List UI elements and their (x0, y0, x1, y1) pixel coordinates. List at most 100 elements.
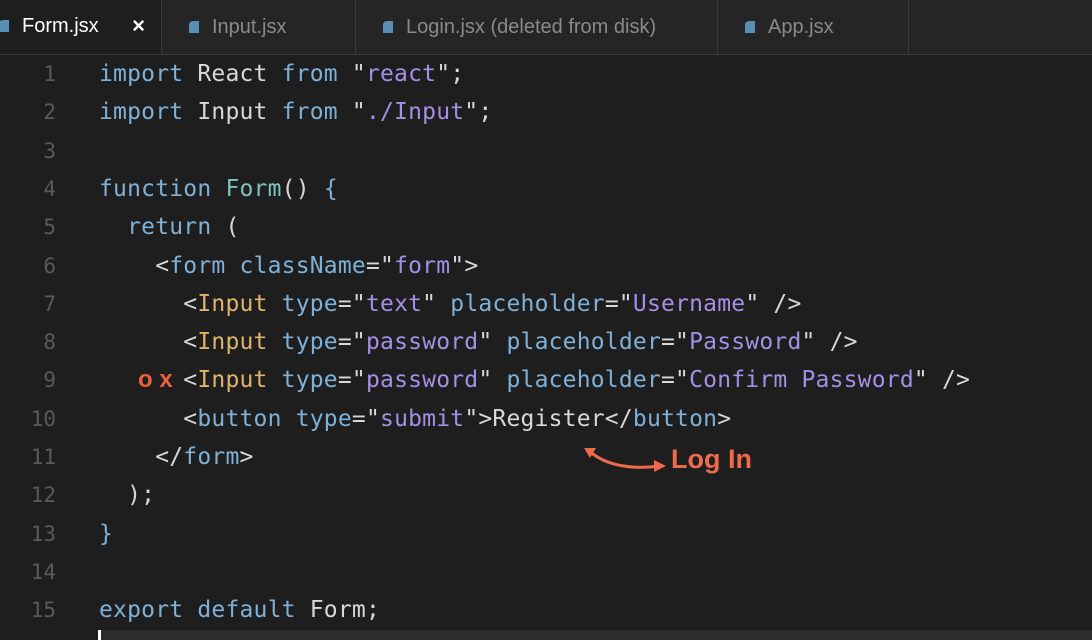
code-line[interactable]: 2 import Input from "./Input"; (0, 93, 1092, 131)
code-token: placeholder (506, 329, 661, 356)
line-number: 12 (30, 483, 56, 508)
code-token: "> (450, 252, 479, 279)
code-token: form (169, 252, 226, 279)
line-number: 14 (30, 559, 56, 584)
code-token: password (365, 329, 479, 356)
code-token: import (99, 61, 184, 87)
line-number: 1 (43, 62, 56, 86)
code-token: =" (661, 367, 690, 394)
close-icon[interactable]: × (132, 15, 145, 37)
code-line[interactable]: 7 <Input type="text" placeholder="Userna… (0, 285, 1092, 323)
line-number: 10 (30, 406, 56, 431)
code-token: =" (604, 290, 633, 317)
code-token: Form; (295, 597, 380, 624)
code-token: > (239, 444, 254, 470)
code-text: return ( (99, 214, 240, 240)
code-token: ); (99, 482, 156, 509)
code-text: function Form() { (99, 176, 338, 202)
code-token: submit (380, 405, 465, 432)
line-number: 8 (43, 330, 56, 355)
react-file-icon (742, 19, 758, 35)
code-token: Input (183, 99, 282, 126)
react-file-icon (380, 19, 396, 35)
code-token: type (295, 405, 352, 432)
code-line[interactable]: 5 return ( (0, 208, 1092, 246)
code-token: button (197, 405, 282, 432)
code-token: " (478, 329, 507, 356)
line-number: 13 (30, 521, 56, 546)
code-token: button (632, 405, 718, 432)
code-token: import (99, 99, 184, 126)
tab-login-jsx[interactable]: Login.jsx (deleted from disk) (356, 0, 718, 54)
code-token: function (99, 175, 212, 202)
double-arrow-icon (584, 448, 666, 472)
code-token: ">Register</ (464, 405, 633, 432)
code-token: "; (436, 61, 465, 87)
react-file-icon (0, 18, 12, 34)
code-token: =" (337, 290, 366, 317)
code-text: <Input type="password" placeholder="Pass… (99, 329, 858, 355)
code-editor[interactable]: 1 import React from "react"; 2 import Input… (0, 55, 1092, 640)
tab-form-jsx[interactable]: Form.jsx × (0, 0, 162, 54)
code-token: < (99, 290, 198, 317)
code-line[interactable]: 4 function Form() { (0, 170, 1092, 208)
code-token: form (183, 444, 240, 470)
code-token: </ (99, 444, 184, 470)
line-number: 3 (43, 138, 56, 163)
code-token: Input (197, 290, 268, 317)
tab-input-jsx[interactable]: Input.jsx (162, 0, 356, 54)
code-token: =" (365, 252, 395, 279)
code-token: form (394, 252, 451, 279)
code-line[interactable]: 15 export default Form; (0, 591, 1092, 629)
code-token: type (281, 290, 338, 317)
line-number: 2 (43, 100, 56, 125)
code-text: import Input from "./Input"; (99, 99, 492, 125)
code-token: " (337, 99, 366, 126)
code-token: password (365, 367, 479, 394)
code-text: <Input type="password" placeholder="Conf… (99, 367, 970, 393)
code-token: placeholder (450, 290, 605, 317)
code-line[interactable]: 13} (0, 515, 1092, 553)
horizontal-scrollbar[interactable] (100, 630, 1092, 640)
code-token: return (127, 214, 212, 241)
code-text: import React from "react"; (99, 61, 464, 87)
tab-bar: Form.jsx × Input.jsx Login.jsx (deleted … (0, 0, 1092, 55)
code-token: < (99, 252, 170, 279)
code-token: " /> (913, 367, 971, 394)
code-token: React (183, 61, 282, 87)
code-token: { (323, 175, 338, 202)
code-token: () (281, 175, 324, 202)
code-token: " /> (801, 329, 858, 356)
tab-app-jsx[interactable]: App.jsx (718, 0, 909, 54)
line-number: 4 (43, 176, 56, 201)
code-token: className (239, 252, 366, 279)
react-file-icon (186, 19, 202, 35)
code-token: " (478, 367, 507, 394)
code-text: ); (99, 482, 155, 508)
code-line[interactable]: 12 ); (0, 476, 1092, 514)
code-token: =" (351, 405, 381, 432)
code-line[interactable]: 14 (0, 553, 1092, 591)
tab-label: Login.jsx (deleted from disk) (406, 15, 657, 38)
code-token: Confirm Password (689, 367, 914, 394)
code-line[interactable]: 8 <Input type="password" placeholder="Pa… (0, 323, 1092, 361)
line-number: 15 (30, 598, 56, 623)
tab-label: Form.jsx (22, 14, 99, 37)
code-line[interactable]: 3 (0, 132, 1092, 170)
code-line[interactable]: 11 </form> (0, 438, 1092, 476)
line-number: 9 (43, 368, 56, 393)
code-token: text (365, 290, 423, 317)
code-token: Form (225, 175, 282, 202)
code-line[interactable]: 10 <button type="submit">Register</butto… (0, 400, 1092, 438)
code-line[interactable]: 1 import React from "react"; (0, 55, 1092, 93)
error-marks: o x (138, 366, 173, 393)
annotation-label: Log In (671, 444, 752, 474)
code-token: =" (337, 329, 366, 356)
text-cursor (98, 630, 101, 640)
line-number: 5 (43, 215, 56, 240)
code-line[interactable]: 6 <form className="form"> (0, 247, 1092, 285)
